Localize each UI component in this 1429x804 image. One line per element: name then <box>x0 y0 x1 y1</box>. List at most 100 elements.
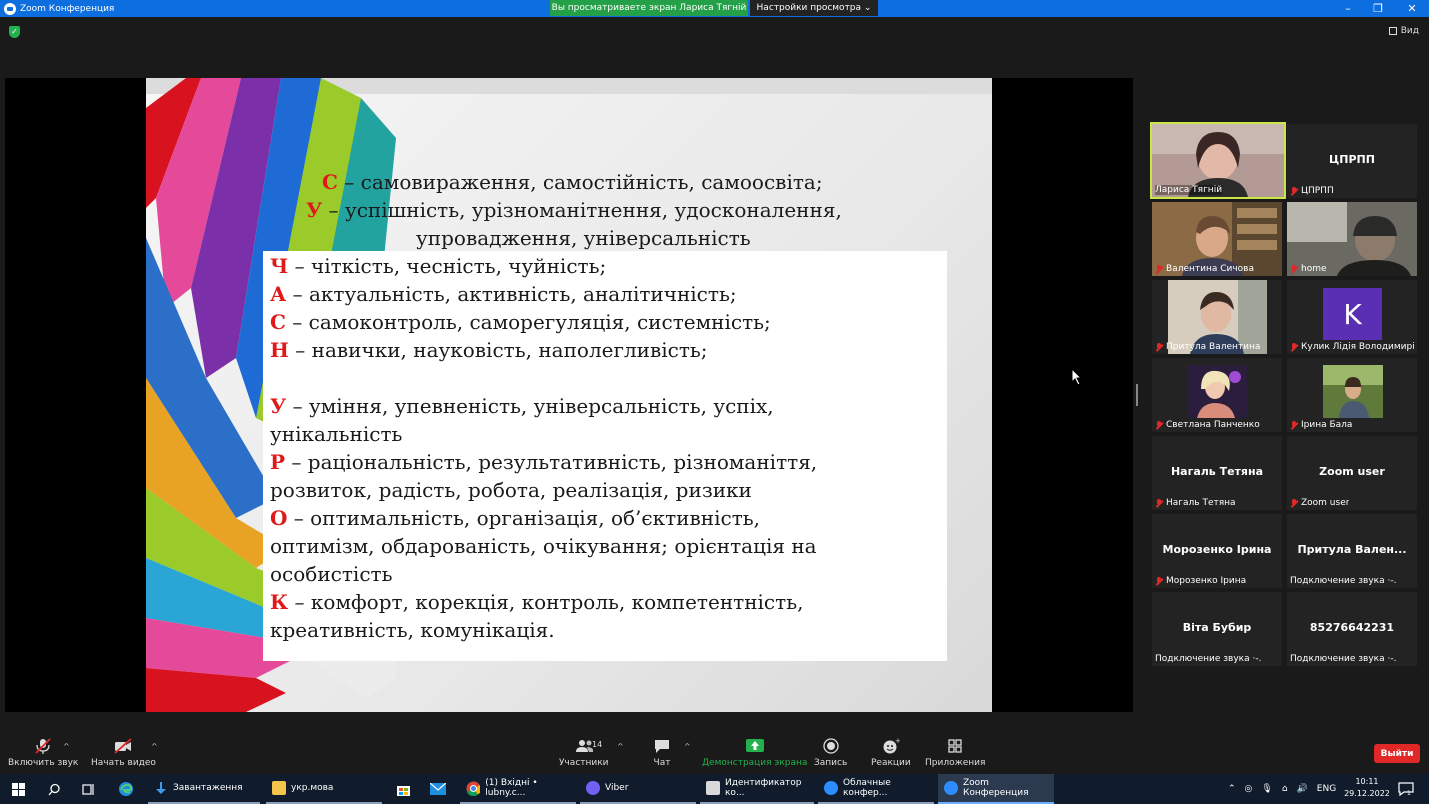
participant-tile[interactable]: ЦПРПП ЦПРПП <box>1287 124 1417 198</box>
svg-text:1: 1 <box>1407 790 1411 796</box>
view-button[interactable]: Вид <box>1388 26 1419 36</box>
participant-name: Притула Вален... <box>1297 543 1407 557</box>
participant-name: Нагаль Тетяна <box>1170 465 1264 479</box>
view-label: Вид <box>1400 26 1419 36</box>
taskbar-app-label: Viber <box>605 783 629 793</box>
windows-logo-icon <box>12 782 25 796</box>
panel-resize-handle[interactable] <box>1136 384 1138 406</box>
share-screen-button[interactable]: Демонстрация экрана <box>702 738 807 768</box>
participant-tile[interactable]: Ірина Бала <box>1287 358 1417 432</box>
record-icon <box>822 738 839 754</box>
participant-tile[interactable]: Zoom user Zoom user <box>1287 436 1417 510</box>
slide-line: К – комфорт, корекція, контроль, компете… <box>270 590 804 614</box>
participant-name-label: Лариса Тягній <box>1155 185 1223 195</box>
task-view-icon <box>82 783 94 795</box>
muted-mic-icon <box>1155 342 1163 352</box>
participant-tile[interactable]: Морозенко Ірина Морозенко Ірина <box>1152 514 1282 588</box>
participant-video <box>1187 365 1247 418</box>
svg-text:+: + <box>895 738 900 745</box>
start-video-button[interactable]: Начать видео <box>91 738 156 768</box>
taskbar-store[interactable] <box>390 774 416 804</box>
notifications-icon[interactable]: 1 <box>1398 782 1414 796</box>
participant-tile[interactable]: home <box>1287 202 1417 276</box>
leave-meeting-button[interactable]: Выйти <box>1374 744 1420 763</box>
muted-mic-icon <box>1290 498 1298 508</box>
audio-options-caret-icon[interactable]: ^ <box>63 742 70 751</box>
record-button[interactable]: Запись <box>814 738 847 768</box>
record-label: Запись <box>814 758 848 768</box>
participant-tile[interactable]: Віта Бубир Подключение звука ·-. <box>1152 592 1282 666</box>
slide-line: Н – навички, науковість, наполегливість; <box>270 338 708 362</box>
taskbar-folder[interactable]: укр.мова <box>266 774 382 804</box>
taskbar-identifier[interactable]: Идентификатор ко... <box>700 774 814 804</box>
apps-icon <box>948 739 962 753</box>
participant-video <box>1323 365 1383 418</box>
muted-mic-icon <box>1155 264 1163 274</box>
participant-tile[interactable]: Светлана Панченко <box>1152 358 1282 432</box>
participant-name-label: Морозенко Ірина <box>1155 576 1246 586</box>
participants-options-caret-icon[interactable]: ^ <box>617 742 624 751</box>
participant-tile[interactable]: Притула Вален... Подключение звука ·-. <box>1287 514 1417 588</box>
taskbar-app-label: укр.мова <box>291 783 334 793</box>
apps-button[interactable]: Приложения <box>925 738 985 768</box>
mouse-cursor-icon <box>1071 368 1083 386</box>
maximize-button[interactable]: ❐ <box>1361 0 1395 16</box>
system-tray: ⌃ ◎ 🎙 ⌂ 🔊 ENG <box>1228 774 1336 804</box>
taskbar-chrome[interactable]: (1) Вхідні • lubny.c... <box>460 774 576 804</box>
muted-mic-icon <box>1155 498 1163 508</box>
encryption-shield-icon[interactable] <box>9 26 20 38</box>
volume-tray-icon[interactable]: 🔊 <box>1297 784 1308 794</box>
search-button[interactable] <box>40 774 68 804</box>
participant-tile[interactable]: Притула Валентина <box>1152 280 1282 354</box>
participant-tile[interactable]: Лариса Тягній <box>1150 122 1286 199</box>
slide-line: упровадження, універсальність <box>416 226 751 250</box>
language-indicator[interactable]: ENG <box>1317 784 1336 794</box>
taskbar-viber[interactable]: Viber <box>580 774 696 804</box>
participant-tile[interactable]: Валентина Сичова <box>1152 202 1282 276</box>
taskbar-zoom-meeting[interactable]: Zoom Конференция <box>938 774 1054 804</box>
close-button[interactable]: ✕ <box>1395 0 1429 16</box>
reactions-button[interactable]: + Реакции <box>871 738 911 768</box>
zoom-logo-icon <box>4 2 16 15</box>
participants-icon <box>575 740 593 752</box>
tray-overflow-chevron-icon[interactable]: ⌃ <box>1228 784 1236 794</box>
zoom-app-icon <box>824 781 838 795</box>
participant-tile[interactable]: Нагаль Тетяна Нагаль Тетяна <box>1152 436 1282 510</box>
viber-icon <box>586 781 600 795</box>
task-view-button[interactable] <box>74 774 102 804</box>
taskbar-downloads[interactable]: Завантаження <box>148 774 260 804</box>
chat-options-caret-icon[interactable]: ^ <box>684 742 691 751</box>
taskbar-clock[interactable]: 10:11 29.12.2022 <box>1343 776 1391 800</box>
participant-tile[interactable]: K Кулик Лідія Володимирі... <box>1287 280 1417 354</box>
participant-name: ЦПРПП <box>1329 153 1375 167</box>
taskbar-app-label: (1) Вхідні • lubny.c... <box>485 778 538 798</box>
slide-line: У – успішність, урізноманітнення, удоско… <box>306 198 842 222</box>
taskbar-mail[interactable] <box>426 774 452 804</box>
document-icon <box>706 781 720 795</box>
video-options-caret-icon[interactable]: ^ <box>151 742 158 751</box>
taskbar-cloud-meetings[interactable]: Облачные конфер... <box>818 774 934 804</box>
muted-microphone-icon <box>35 738 51 754</box>
restore-icon: ❐ <box>1373 1 1383 15</box>
microphone-tray-icon[interactable]: 🎙 <box>1261 784 1272 794</box>
participant-name: Морозенко Ірина <box>1162 543 1272 557</box>
network-tray-icon[interactable]: ⌂ <box>1282 784 1288 794</box>
slide-line: С – самовираження, самостійність, самоос… <box>322 170 823 194</box>
participant-avatar: K <box>1323 288 1382 340</box>
unmute-label: Включить звук <box>8 758 79 768</box>
reactions-icon: + <box>883 738 900 754</box>
slide-line: С – самоконтроль, саморегуляція, системн… <box>270 310 771 334</box>
participant-tile[interactable]: 85276642231 Подключение звука ·-. <box>1287 592 1417 666</box>
grid-icon <box>1388 27 1397 35</box>
start-button[interactable] <box>4 774 34 804</box>
minimize-button[interactable]: – <box>1331 0 1365 16</box>
participant-name-label: Подключение звука ·-. <box>1290 576 1397 586</box>
zoom-app-icon <box>944 781 958 795</box>
view-options-button[interactable]: Настройки просмотра ⌄ <box>750 0 878 16</box>
taskbar-edge[interactable] <box>110 774 144 804</box>
chat-button[interactable]: Чат <box>653 738 671 768</box>
participant-name: Віта Бубир <box>1182 621 1252 635</box>
participant-name-label: Притула Валентина <box>1155 342 1260 352</box>
webcam-tray-icon[interactable]: ◎ <box>1245 784 1253 794</box>
slide-line: особистість <box>270 562 393 586</box>
